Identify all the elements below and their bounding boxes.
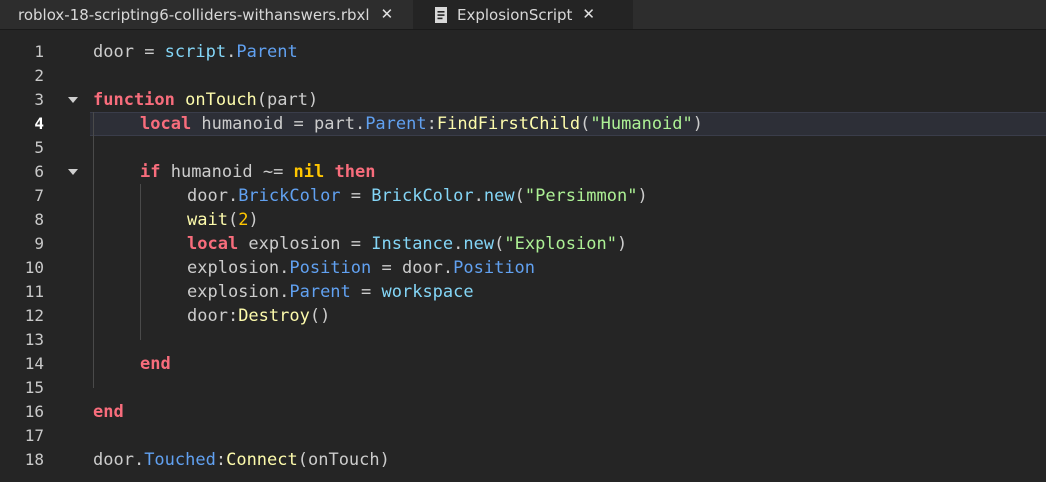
line-number: 7 <box>34 186 44 205</box>
line-number: 8 <box>34 210 44 229</box>
code-line-8: wait(2) <box>187 210 259 230</box>
line-number: 14 <box>24 354 44 373</box>
indent-guide <box>140 184 141 340</box>
script-doc-icon <box>435 6 447 23</box>
line-number: 17 <box>24 426 44 445</box>
code-line-4: local humanoid = part.Parent:FindFirstCh… <box>140 114 704 134</box>
line-number: 9 <box>34 234 44 253</box>
code-line-16: end <box>93 402 124 422</box>
line-number: 11 <box>24 282 44 301</box>
tab-bar: roblox-18-scripting6-colliders-withanswe… <box>0 0 1046 30</box>
code-line-1: door = script.Parent <box>93 42 298 62</box>
code-line-18: door.Touched:Connect(onTouch) <box>93 450 390 470</box>
fold-arrow-icon[interactable] <box>68 169 78 175</box>
tab-label: ExplosionScript <box>457 5 573 24</box>
line-number: 2 <box>34 66 44 85</box>
tab-place-file[interactable]: roblox-18-scripting6-colliders-withanswe… <box>0 0 413 29</box>
line-number: 12 <box>24 306 44 325</box>
code-line-14: end <box>140 354 171 374</box>
line-number-gutter: 1 2 3 4 5 6 7 8 9 10 11 12 13 14 15 16 1… <box>0 30 88 482</box>
tab-explosion-script[interactable]: ExplosionScript ✕ <box>413 0 633 29</box>
close-icon[interactable]: ✕ <box>582 7 595 22</box>
code-line-9: local explosion = Instance.new("Explosio… <box>187 234 628 254</box>
line-number: 1 <box>34 42 44 61</box>
code-line-11: explosion.Parent = workspace <box>187 282 474 302</box>
code-line-7: door.BrickColor = BrickColor.new("Persim… <box>187 186 648 206</box>
line-number: 13 <box>24 330 44 349</box>
code-line-6: if humanoid ~= nil then <box>140 162 376 182</box>
line-number: 15 <box>24 378 44 397</box>
line-number: 18 <box>24 450 44 469</box>
line-number: 5 <box>34 138 44 157</box>
code-line-10: explosion.Position = door.Position <box>187 258 536 278</box>
fold-arrow-icon[interactable] <box>68 97 78 103</box>
line-number: 16 <box>24 402 44 421</box>
line-number-active: 4 <box>34 114 44 133</box>
code-line-12: door:Destroy() <box>187 306 331 326</box>
line-number: 3 <box>34 90 44 109</box>
tab-label: roblox-18-scripting6-colliders-withanswe… <box>18 5 370 24</box>
code-editor[interactable]: 1 2 3 4 5 6 7 8 9 10 11 12 13 14 15 16 1… <box>0 30 1046 482</box>
indent-guide <box>93 112 94 388</box>
code-line-3: function onTouch(part) <box>93 90 319 110</box>
close-icon[interactable]: ✕ <box>381 7 394 22</box>
line-number: 10 <box>24 258 44 277</box>
line-number: 6 <box>34 162 44 181</box>
